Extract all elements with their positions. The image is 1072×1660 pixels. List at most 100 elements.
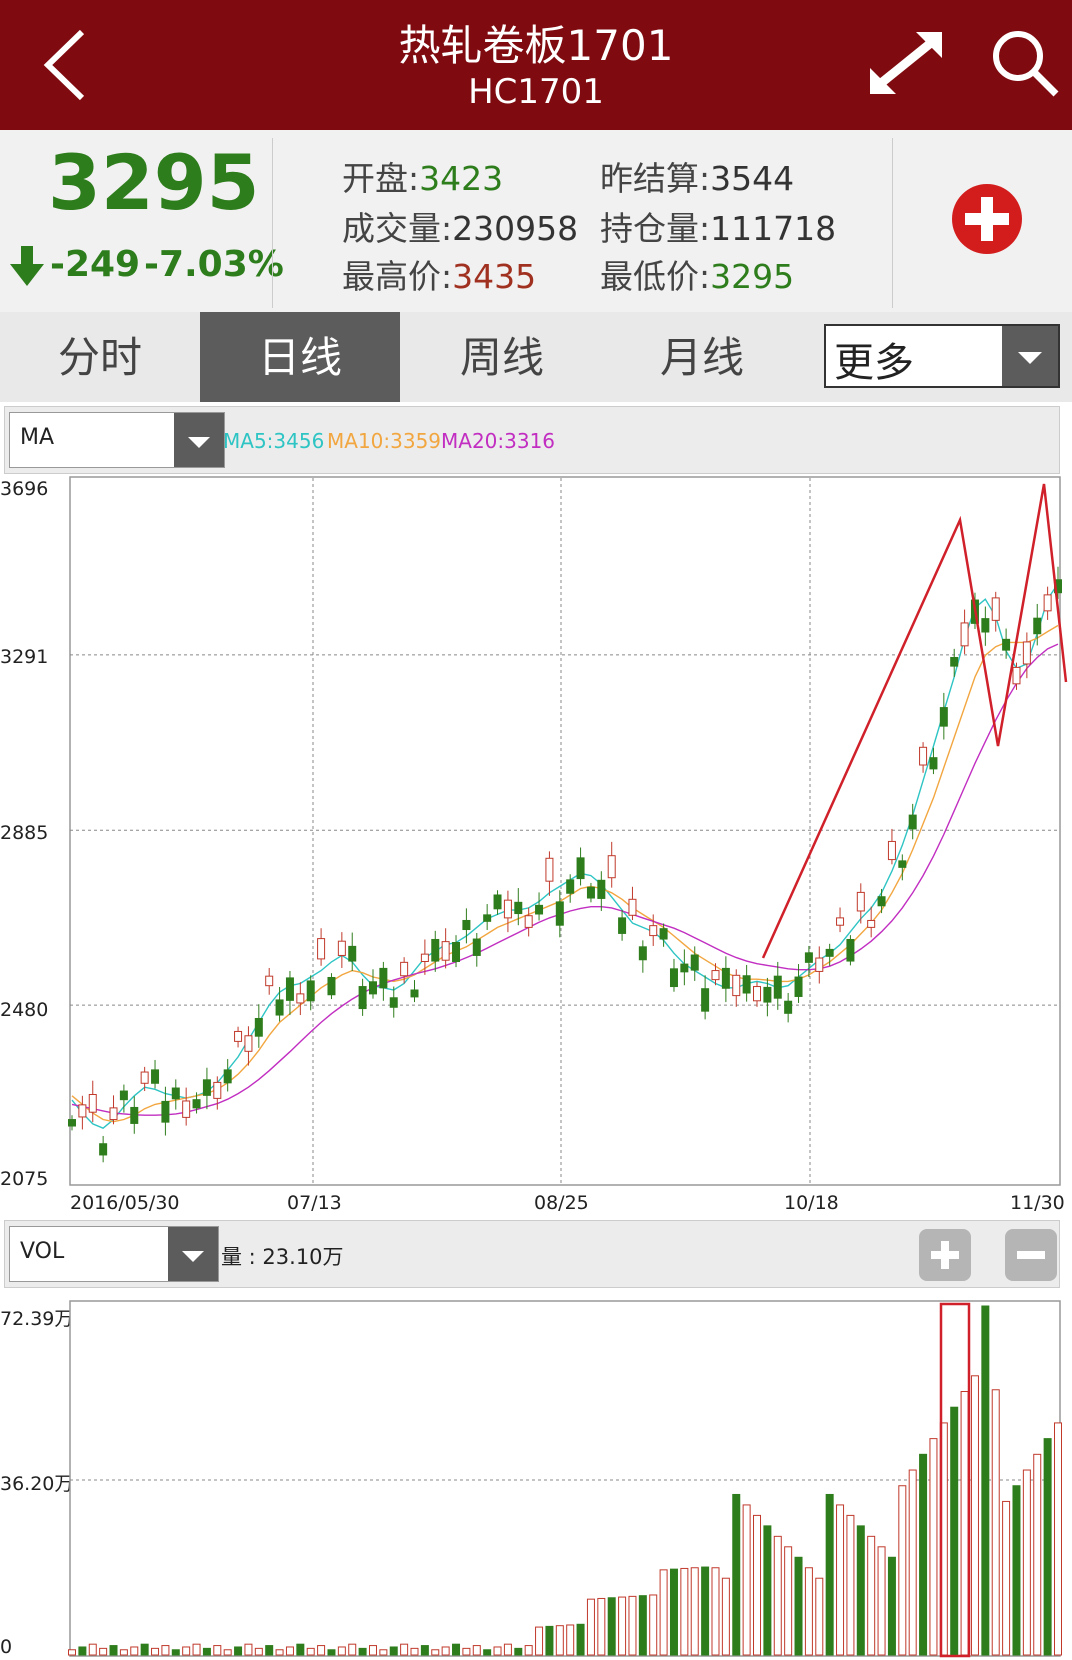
candle-body xyxy=(607,855,616,879)
volume-bar xyxy=(389,1646,398,1656)
candle-body xyxy=(753,986,762,1002)
candle-body xyxy=(566,879,575,894)
candle-body xyxy=(389,997,398,1008)
candle-body xyxy=(669,968,678,988)
add-watchlist-icon[interactable] xyxy=(950,182,1024,256)
tab-intraday[interactable]: 分时 xyxy=(0,312,200,402)
volume-bar xyxy=(680,1567,689,1656)
volume-stat: 成交量:230958 xyxy=(342,202,578,250)
volume-bar xyxy=(462,1647,471,1656)
tab-monthly[interactable]: 月线 xyxy=(602,312,802,402)
candle-body xyxy=(1002,638,1011,651)
volume-bar xyxy=(244,1643,253,1656)
chevron-down-icon xyxy=(168,1227,218,1281)
candle-body xyxy=(483,914,492,922)
volume-bar xyxy=(275,1649,284,1656)
candle-body xyxy=(431,938,440,962)
search-icon[interactable] xyxy=(990,28,1060,98)
volume-bar xyxy=(503,1643,512,1656)
zoom-in-button[interactable] xyxy=(919,1229,971,1281)
volume-bar xyxy=(1054,1422,1062,1656)
divider xyxy=(272,138,273,308)
volume-bar xyxy=(337,1646,346,1656)
open-value: 3423 xyxy=(419,159,504,198)
volume-bar xyxy=(1022,1469,1031,1656)
candlestick-chart[interactable] xyxy=(0,476,1072,1188)
candle-body xyxy=(721,967,730,989)
volume-bar xyxy=(431,1649,440,1656)
volume-bar xyxy=(493,1646,502,1656)
volume-bar xyxy=(452,1643,461,1656)
price-change: -249 xyxy=(50,244,141,285)
volume-readout: 量 : 23.10万 xyxy=(221,1245,344,1269)
x-tick-label: 07/13 xyxy=(287,1192,342,1214)
tab-weekly[interactable]: 周线 xyxy=(402,312,602,402)
low-stat: 最低价:3295 xyxy=(600,250,794,298)
tab-daily[interactable]: 日线 xyxy=(200,312,400,402)
candle-body xyxy=(265,975,274,987)
candle-body xyxy=(908,814,917,830)
volume-bar xyxy=(586,1598,595,1656)
volume-bar xyxy=(970,1375,979,1656)
candle-body xyxy=(171,1087,180,1100)
candle-body xyxy=(732,974,741,997)
candle-body xyxy=(898,860,907,868)
volume-bar xyxy=(898,1485,907,1656)
candle-body xyxy=(441,941,450,961)
volume-bar xyxy=(420,1645,429,1656)
candle-body xyxy=(991,597,1000,621)
candle-body xyxy=(337,940,346,956)
volume-bar xyxy=(524,1645,533,1656)
volume-bar xyxy=(991,1389,1000,1656)
candle-body xyxy=(794,976,803,997)
candle-body xyxy=(763,986,772,1003)
candle-body xyxy=(649,925,658,937)
more-dropdown[interactable]: 更多 xyxy=(824,324,1060,388)
volume-bar xyxy=(867,1535,876,1656)
candle-body xyxy=(368,981,377,995)
candle-body xyxy=(78,1104,87,1118)
volume-bar xyxy=(161,1645,170,1656)
candle-body xyxy=(638,946,647,961)
candle-body xyxy=(919,746,928,766)
volume-indicator-select[interactable]: VOL xyxy=(9,1226,219,1282)
prev-settle-stat: 昨结算:3544 xyxy=(600,152,794,200)
candle-body xyxy=(420,953,429,962)
volume-bar xyxy=(618,1596,627,1656)
candle-body xyxy=(939,707,948,727)
fullscreen-icon[interactable] xyxy=(866,28,946,98)
high-stat: 最高价:3435 xyxy=(342,250,536,298)
volume-bar xyxy=(836,1504,845,1656)
plus-icon xyxy=(931,1241,959,1269)
candle-body xyxy=(472,938,481,956)
indicator-select[interactable]: MA xyxy=(9,412,225,468)
volume-bar xyxy=(109,1645,118,1656)
volume-bar xyxy=(825,1493,834,1656)
volume-bar xyxy=(348,1643,357,1656)
volume-bar xyxy=(950,1406,959,1656)
volume-bar xyxy=(576,1623,585,1656)
candle-body xyxy=(618,917,627,934)
volume-bar xyxy=(628,1595,637,1656)
candle-body xyxy=(597,879,606,899)
chevron-down-icon xyxy=(174,413,224,467)
volume-bar xyxy=(119,1649,128,1656)
candle-body xyxy=(452,941,461,962)
volume-bar xyxy=(929,1438,938,1656)
volume-bar xyxy=(846,1514,855,1656)
zoom-out-button[interactable] xyxy=(1005,1229,1057,1281)
candle-body xyxy=(182,1100,191,1118)
candle-body xyxy=(524,915,533,928)
volume-bar xyxy=(690,1567,699,1656)
volume-label: 成交量: xyxy=(342,209,453,248)
prev-settle-value: 3544 xyxy=(710,159,795,198)
candle-body xyxy=(846,938,855,962)
volume-bar xyxy=(555,1625,564,1656)
volume-bar xyxy=(296,1643,305,1656)
volume-select-label: VOL xyxy=(20,1239,65,1264)
candle-body xyxy=(815,957,824,972)
candle-body xyxy=(379,967,388,989)
volume-bar xyxy=(379,1649,388,1656)
candle-body xyxy=(234,1030,243,1042)
volume-chart[interactable] xyxy=(0,1300,1072,1660)
